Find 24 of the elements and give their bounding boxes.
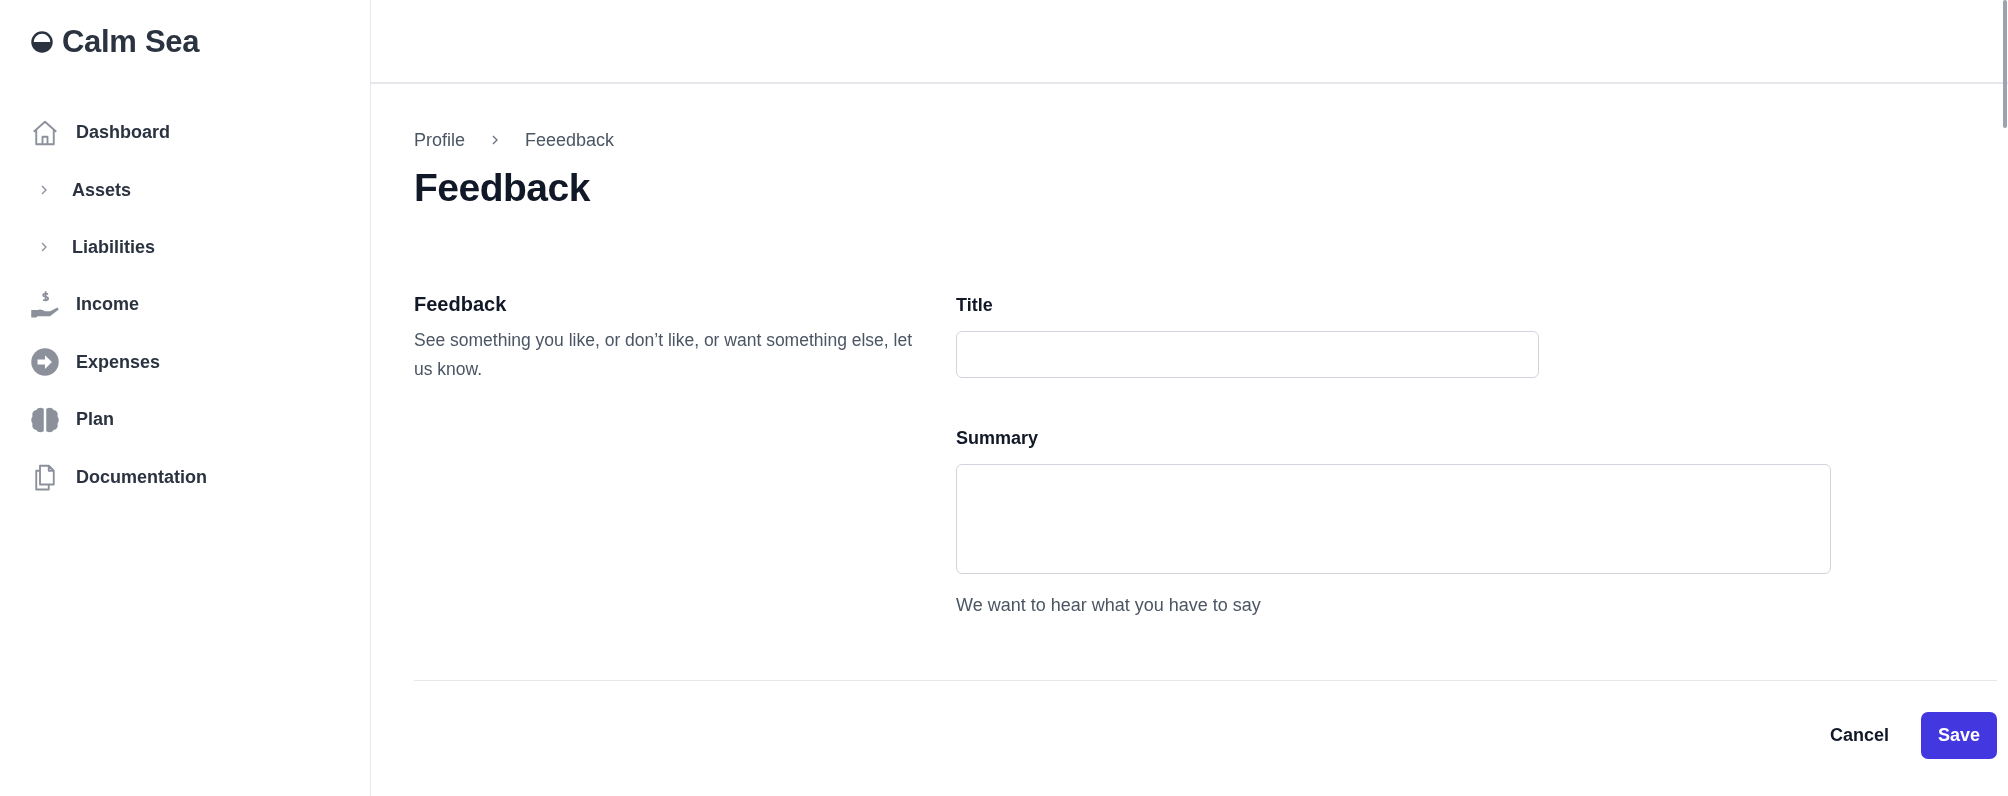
- section-title: Feedback: [414, 293, 508, 316]
- sidebar-item[interactable]: Dashboard: [30, 104, 171, 162]
- sidebar-item[interactable]: Plan: [30, 390, 114, 449]
- save-button[interactable]: Save: [1920, 712, 1997, 759]
- title-field[interactable]: [956, 331, 1539, 378]
- sidebar-item[interactable]: Assets: [30, 161, 132, 219]
- section-description: See something you like, or don’t like, or want something else, let us know.: [414, 329, 914, 381]
- sidebar-item[interactable]: Income: [30, 276, 140, 334]
- half-circle-logo-icon: [30, 30, 54, 54]
- sidebar-item[interactable]: Documentation: [30, 448, 207, 506]
- sidebar-item[interactable]: Liabilities: [30, 218, 156, 277]
- field-hint: We want to hear what you have to say: [956, 595, 1262, 616]
- arrow-circle-icon: [30, 347, 60, 378]
- field-label: Title: [956, 295, 994, 316]
- breadcrumb-link[interactable]: Profile: [414, 129, 466, 151]
- hand-dollar-icon: [30, 289, 60, 320]
- scrollbar-thumb[interactable]: [2003, 0, 2007, 128]
- summary-field[interactable]: [956, 464, 1831, 574]
- page-title: Feedback: [414, 166, 592, 211]
- sidebar-item[interactable]: Expenses: [30, 333, 161, 391]
- field-label: Summary: [956, 428, 1040, 449]
- app-logo-text: Calm Sea: [62, 24, 200, 60]
- cancel-button[interactable]: Cancel: [1829, 715, 1889, 756]
- breadcrumb-link[interactable]: Feeedback: [525, 129, 615, 151]
